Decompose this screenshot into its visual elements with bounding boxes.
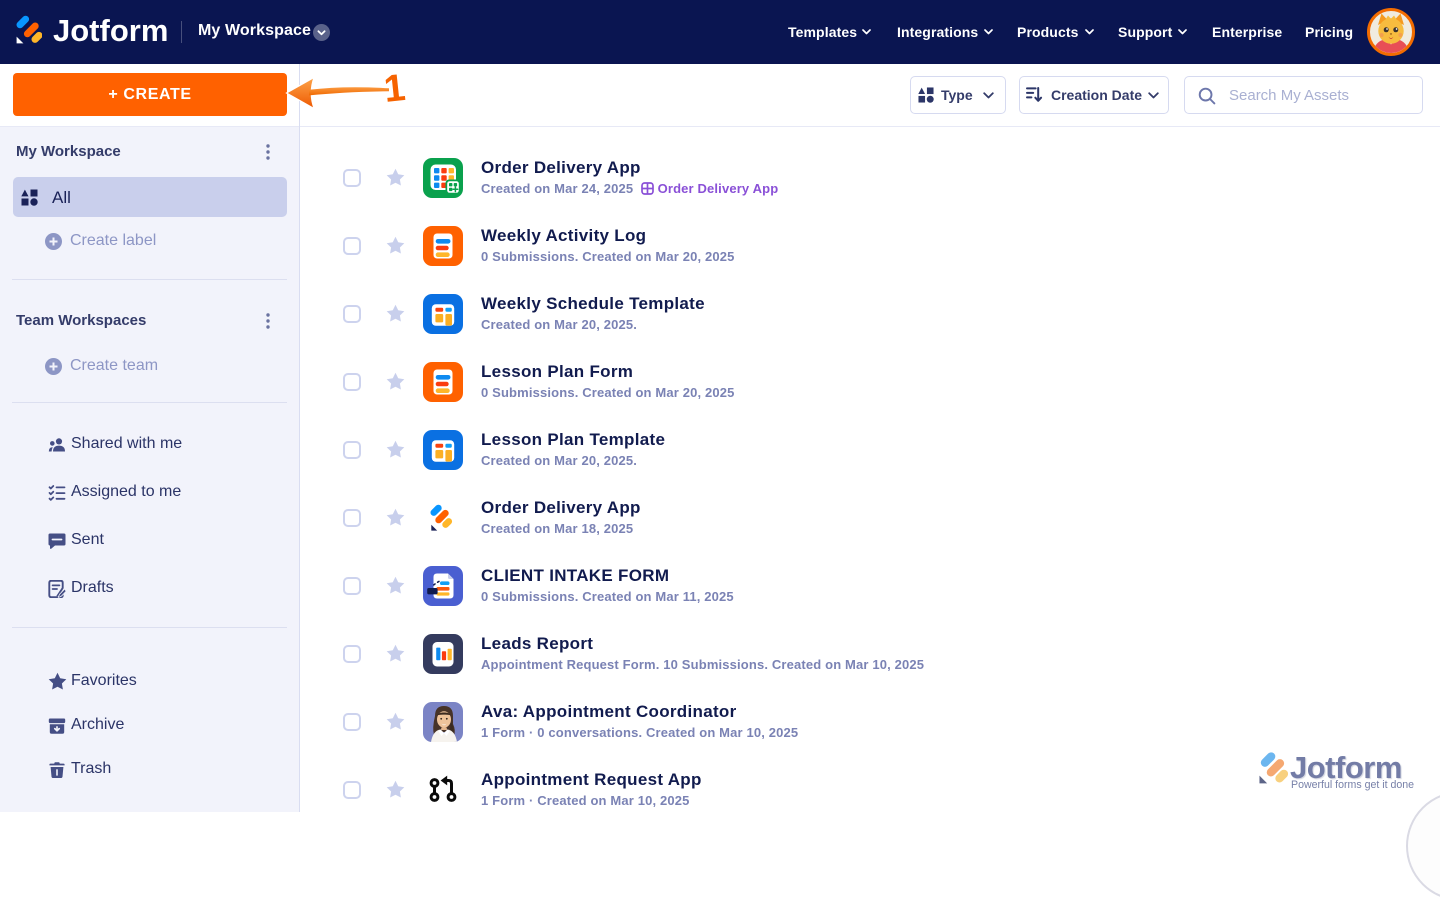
svg-text:1: 1 [382,68,407,111]
